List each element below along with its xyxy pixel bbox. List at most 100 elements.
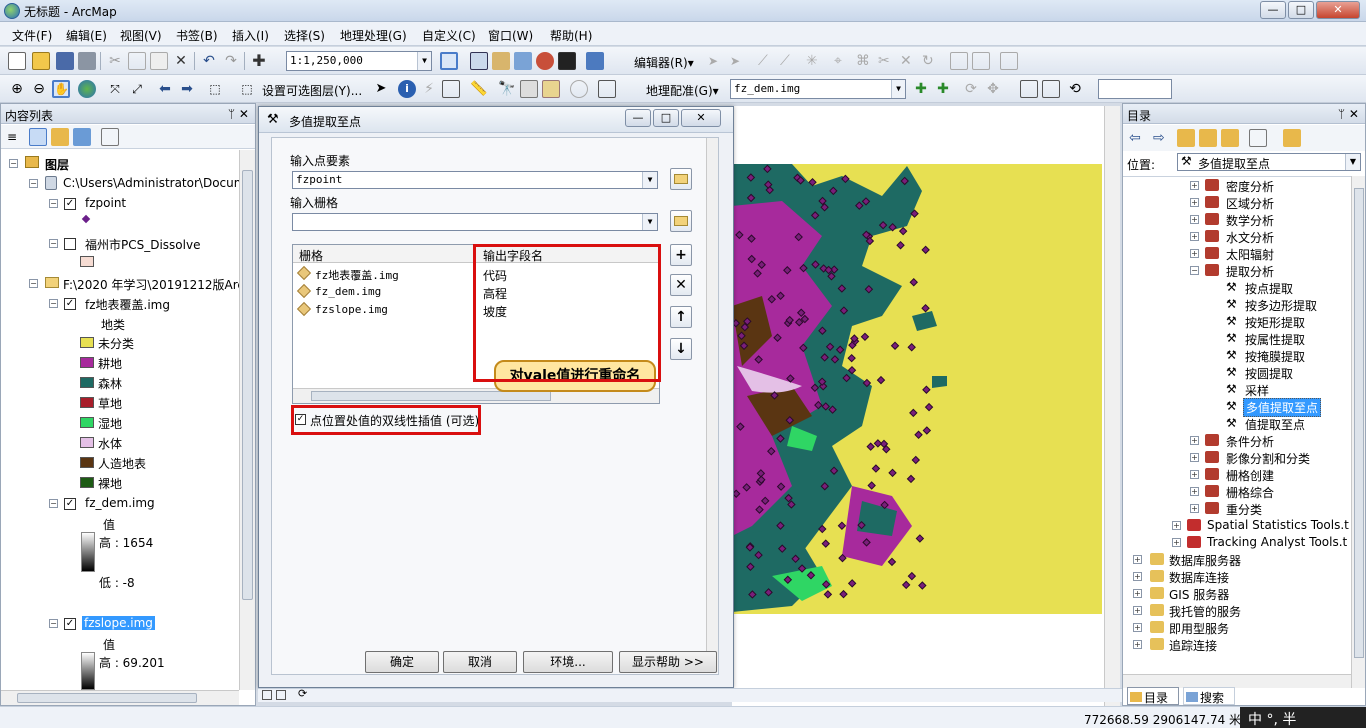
menu-windows[interactable]: 窗口(W) [488, 27, 533, 44]
forward-extent-icon[interactable]: ➡ [178, 80, 196, 98]
connect-folder-icon[interactable] [1221, 129, 1239, 147]
find-route-icon[interactable] [520, 80, 538, 98]
reshape-icon[interactable]: ⌘ [856, 52, 874, 70]
ok-button[interactable]: 确定 [365, 651, 439, 673]
identify-icon[interactable]: i [398, 80, 416, 98]
up-icon[interactable] [1177, 129, 1195, 147]
print-icon[interactable] [78, 52, 96, 70]
menu-file[interactable]: 文件(F) [12, 27, 52, 44]
collapse-icon[interactable]: − [49, 619, 58, 628]
expand-icon[interactable]: + [1133, 555, 1142, 564]
add-control-points-icon[interactable]: ✚ [912, 80, 930, 98]
toc-window-icon[interactable] [470, 52, 488, 70]
collapse-icon[interactable]: − [49, 499, 58, 508]
edit-annotation-icon[interactable]: ➤ [730, 52, 748, 70]
catalog-window-icon[interactable] [492, 52, 510, 70]
catalog-item[interactable]: 数学分析 [1226, 212, 1274, 229]
catalog-item[interactable]: 区域分析 [1226, 195, 1274, 212]
menu-geoprocessing[interactable]: 地理处理(G) [340, 27, 407, 44]
view-icon[interactable] [1249, 129, 1267, 147]
list-by-drawing-order-icon[interactable]: ≡ [7, 128, 25, 146]
clear-selection-icon[interactable]: ⬚ [238, 80, 256, 98]
cut-icon[interactable]: ✂ [106, 52, 124, 70]
cancel-button[interactable]: 取消 [443, 651, 517, 673]
menu-customize[interactable]: 自定义(C) [422, 27, 476, 44]
expand-icon[interactable]: + [1190, 215, 1199, 224]
full-extent-icon[interactable] [78, 80, 96, 98]
save-icon[interactable] [56, 52, 74, 70]
close-button[interactable]: ✕ [1316, 1, 1360, 19]
layer-fzpoint[interactable]: fzpoint [85, 196, 126, 210]
dialog-scrollbar[interactable] [706, 138, 718, 672]
paste-icon[interactable] [150, 52, 168, 70]
toc-pin-close[interactable]: ᛘ ✕ [228, 107, 249, 121]
attributes-icon[interactable] [950, 52, 968, 70]
remove-row-button[interactable]: ✕ [670, 274, 692, 296]
list-by-visibility-icon[interactable] [51, 128, 69, 146]
menu-insert[interactable]: 插入(I) [232, 27, 269, 44]
catalog-item[interactable]: 重分类 [1226, 501, 1262, 518]
landcover-checkbox[interactable]: ✓ [64, 298, 76, 310]
menu-view[interactable]: 视图(V) [120, 27, 162, 44]
expand-icon[interactable]: + [1190, 436, 1199, 445]
catalog-item[interactable]: Spatial Statistics Tools.t [1207, 518, 1349, 532]
expand-icon[interactable]: + [1133, 640, 1142, 649]
scroll-thumb[interactable] [17, 693, 197, 703]
endpoint-arc-icon[interactable]: ⟋ [780, 52, 798, 70]
catalog-horizontal-scrollbar[interactable] [1123, 674, 1351, 688]
back-icon[interactable]: ⇦ [1129, 129, 1147, 147]
straight-segment-icon[interactable]: ⟋ [758, 52, 776, 70]
collapse-icon[interactable]: − [49, 239, 58, 248]
forward-icon[interactable]: ⇨ [1153, 129, 1171, 147]
select-elements-icon[interactable]: ➤ [372, 80, 390, 98]
location-combo[interactable]: ⚒ 多值提取至点 ▼ [1177, 153, 1361, 171]
dialog-minimize-button[interactable]: — [625, 109, 651, 127]
catalog-tool[interactable]: 按圆提取 [1245, 365, 1293, 382]
catalog-pin-close[interactable]: ᛘ ✕ [1338, 107, 1359, 121]
minimize-button[interactable]: — [1260, 1, 1286, 19]
edit-vertices-icon[interactable]: ⌖ [834, 52, 852, 70]
tab-catalog[interactable]: 目录 [1127, 687, 1179, 705]
split-tool-icon[interactable]: ✕ [900, 52, 918, 70]
redo-icon[interactable]: ↷ [222, 52, 240, 70]
editor-toolbar-icon[interactable] [440, 52, 458, 70]
georef-layer-combo[interactable]: fz_dem.img ▼ [730, 79, 906, 99]
copy-icon[interactable] [128, 52, 146, 70]
python-window-icon[interactable] [558, 52, 576, 70]
rotate-raster-icon[interactable]: ⟳ [962, 80, 980, 98]
auto-registration-icon[interactable]: ✚ [934, 80, 952, 98]
map-vertical-scrollbar[interactable] [1104, 106, 1120, 712]
view-link-table-icon[interactable] [1020, 80, 1038, 98]
georeferencing-menu[interactable]: 地理配准(G)▾ [646, 82, 719, 99]
layer-dem[interactable]: fz_dem.img [85, 496, 155, 510]
cut-polygons-icon[interactable]: ✂ [878, 52, 896, 70]
scroll-thumb[interactable] [311, 391, 551, 401]
catalog-item[interactable]: 水文分析 [1226, 229, 1274, 246]
expand-icon[interactable]: + [1190, 232, 1199, 241]
expand-icon[interactable]: + [1133, 589, 1142, 598]
toc-root[interactable]: 图层 [45, 156, 69, 173]
catalog-tool[interactable]: 按掩膜提取 [1245, 348, 1305, 365]
viewer-icon[interactable]: ⟲ [1066, 80, 1084, 98]
expand-icon[interactable]: + [1190, 453, 1199, 462]
menu-help[interactable]: 帮助(H) [550, 27, 592, 44]
layer-dissolve[interactable]: 福州市PCS_Dissolve [85, 236, 200, 253]
rotate-icon[interactable]: ↻ [922, 52, 940, 70]
move-down-button[interactable]: ↓ [670, 338, 692, 360]
expand-icon[interactable]: + [1133, 623, 1142, 632]
expand-icon[interactable]: + [1190, 181, 1199, 190]
menu-edit[interactable]: 编辑(E) [66, 27, 107, 44]
collapse-icon[interactable]: − [49, 299, 58, 308]
refresh-icon[interactable]: ⟳ [298, 687, 307, 700]
select-features-icon[interactable]: ⬚ [206, 80, 224, 98]
fixed-zoom-out-icon[interactable]: ⤢ [128, 80, 146, 98]
dissolve-checkbox[interactable] [64, 238, 76, 250]
hyperlink-icon[interactable]: ⚡ [420, 80, 438, 98]
go-to-xy-icon[interactable] [542, 80, 560, 98]
modelbuilder-icon[interactable] [586, 52, 604, 70]
layout-view-icon[interactable] [276, 690, 286, 700]
layer-slope[interactable]: fzslope.img [82, 616, 155, 630]
menu-bookmarks[interactable]: 书签(B) [176, 27, 218, 44]
map-view[interactable] [731, 106, 1104, 712]
expand-icon[interactable]: + [1190, 470, 1199, 479]
